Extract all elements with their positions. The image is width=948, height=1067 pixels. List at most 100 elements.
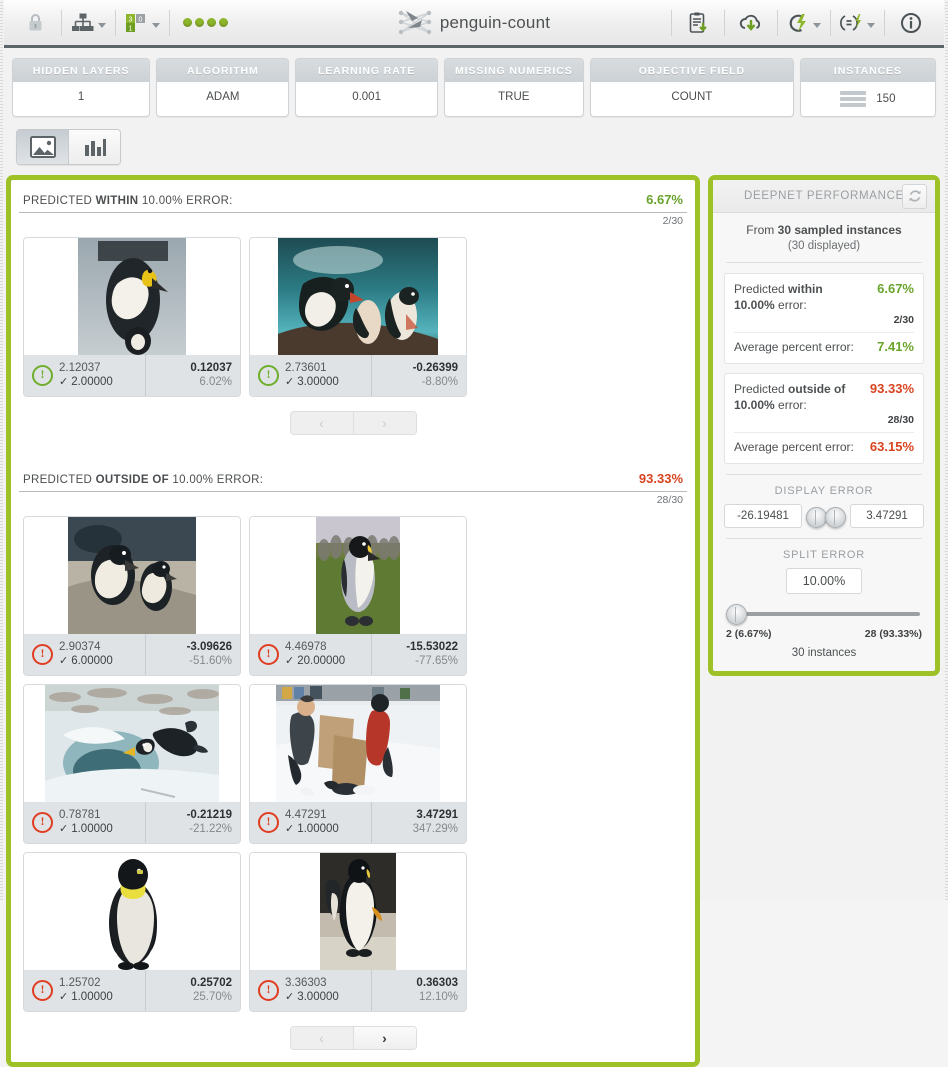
lock-icon[interactable] <box>12 6 58 40</box>
prediction-card[interactable]: ! 4.46978 ✓ 20.00000 -15.53022 -77.65% <box>249 515 467 676</box>
equals-flash-icon[interactable] <box>834 6 881 40</box>
section-header: PREDICTED OUTSIDE OF 10.00% ERROR: 93.33… <box>19 469 687 492</box>
dataset-icon[interactable]: 3 0 1 <box>119 6 166 40</box>
next-page-button[interactable]: › <box>353 411 416 434</box>
cloud-download-icon[interactable] <box>728 6 774 40</box>
prediction-card[interactable]: ! 2.90374 ✓ 6.00000 -3.09626 -51.60% <box>23 515 241 676</box>
deepnet-icon <box>398 10 432 34</box>
info-icon[interactable] <box>888 6 934 40</box>
divider <box>734 431 914 433</box>
predictions-panel: PREDICTED WITHIN 10.00% ERROR: 6.67% 2/3… <box>6 174 700 1067</box>
config-missing-numerics: MISSING NUMERICS TRUE <box>443 58 584 117</box>
network-icon[interactable] <box>65 6 112 40</box>
display-error-min-input[interactable]: -26.19481 <box>724 503 802 528</box>
chevron-down-icon <box>867 23 875 28</box>
card-footer-left: ! 3.36303 ✓ 3.00000 <box>250 970 371 1011</box>
config-label: MISSING NUMERICS <box>444 59 583 82</box>
sampled-strong: 30 sampled instances <box>777 222 902 237</box>
page-title: penguin-count <box>439 12 551 32</box>
section-within: PREDICTED WITHIN 10.00% ERROR: 6.67% 2/3… <box>19 190 687 439</box>
prediction-card[interactable]: ! 1.25702 ✓ 1.00000 0.25702 25.70% <box>23 851 241 1012</box>
difference-percent: 12.10% <box>418 991 458 1003</box>
actual-value: 6.00000 <box>71 654 113 667</box>
card-footer: ! 4.46978 ✓ 20.00000 -15.53022 -77.65% <box>250 633 466 675</box>
stat-subcount: 2/30 <box>893 313 914 326</box>
next-page-button[interactable]: › <box>353 1026 416 1049</box>
clipboard-download-icon[interactable] <box>675 6 721 40</box>
section-title-strong: WITHIN <box>95 194 139 207</box>
network-icon-glyph <box>72 13 94 31</box>
display-error-slider[interactable] <box>806 506 846 528</box>
config-label: ALGORITHM <box>157 59 289 82</box>
display-error-label: DISPLAY ERROR <box>774 484 874 497</box>
cloud-download-icon-glyph <box>739 14 761 31</box>
check-icon: ✓ <box>59 376 69 388</box>
avg-error-value: 63.15% <box>869 438 914 454</box>
thumbnail-image <box>68 516 196 634</box>
display-error-max-input[interactable]: 3.47291 <box>850 503 924 528</box>
tab-chart[interactable] <box>69 129 120 164</box>
prediction-card[interactable]: ! 3.36303 ✓ 3.00000 0.36303 12.10% <box>249 851 467 1012</box>
svg-text:1: 1 <box>129 25 133 32</box>
tab-images[interactable] <box>17 129 69 164</box>
card-footer-left: ! 2.73601 ✓ 3.00000 <box>250 355 371 396</box>
config-algorithm: ALGORITHM ADAM <box>156 58 290 117</box>
difference-percent: -77.65% <box>415 655 458 667</box>
thumbnail-image <box>276 684 440 802</box>
prev-page-button[interactable]: ‹ <box>290 1026 354 1049</box>
slider-handle[interactable] <box>726 603 747 625</box>
card-values: 4.47291 ✓ 1.00000 <box>285 809 339 835</box>
section-title-post: 10.00% ERROR: <box>168 473 264 486</box>
stat-label-threshold: 10.00% <box>734 397 775 412</box>
slider-handle-min[interactable] <box>806 506 827 528</box>
list-icon <box>840 91 867 107</box>
equals-flash-icon-glyph <box>840 13 862 31</box>
predicted-value: 3.36303 <box>285 977 327 989</box>
prediction-card[interactable]: ! 2.73601 ✓ 3.00000 -0.26399 -8.80% <box>249 236 467 397</box>
displayed-count: (30 displayed) <box>787 239 861 252</box>
sampled-pre: From <box>746 222 778 237</box>
refresh-button[interactable] <box>902 183 927 209</box>
card-footer-right: 3.47291 347.29% <box>371 801 466 843</box>
card-values: 3.36303 ✓ 3.00000 <box>285 977 339 1003</box>
status-dots <box>173 18 238 27</box>
section-percent: 6.67% <box>646 191 683 207</box>
stat-row-avg: Average percent error: 7.41% <box>734 339 914 355</box>
stat-label-pre: Predicted <box>734 281 789 296</box>
predicted-value: 4.46978 <box>285 641 327 653</box>
actual-value: 1.00000 <box>71 822 113 835</box>
difference-value: 0.36303 <box>416 977 458 989</box>
actual-value: 1.00000 <box>297 822 339 835</box>
card-footer: ! 2.90374 ✓ 6.00000 -3.09626 -51.60% <box>24 633 240 675</box>
toolbar-divider <box>61 9 62 36</box>
stat-label-pre: Predicted <box>734 381 789 396</box>
split-error-slider[interactable] <box>726 603 922 625</box>
check-icon: ✓ <box>285 991 295 1003</box>
performance-sidebar: DEEPNET PERFORMANCE From 30 sampled inst… <box>708 174 940 676</box>
prev-page-button[interactable]: ‹ <box>290 411 354 434</box>
svg-text:3: 3 <box>129 16 133 23</box>
prediction-card[interactable]: ! 4.47291 ✓ 1.00000 3.47291 347.29% <box>249 683 467 844</box>
slider-handle-max[interactable] <box>825 506 846 528</box>
difference-value: -15.53022 <box>406 641 458 653</box>
difference-percent: 25.70% <box>192 991 232 1003</box>
config-learning-rate: LEARNING RATE 0.001 <box>295 58 438 117</box>
config-value: COUNT <box>590 82 793 112</box>
error-badge-icon: ! <box>258 811 279 833</box>
flash-split-icon[interactable] <box>781 6 827 40</box>
difference-value: 3.47291 <box>416 809 458 821</box>
check-icon: ✓ <box>59 823 69 835</box>
split-error-input[interactable]: 10.00% <box>785 567 863 594</box>
section-title: PREDICTED WITHIN 10.00% ERROR: <box>23 195 233 207</box>
prediction-card[interactable]: ! 0.78781 ✓ 1.00000 -0.21219 -21.22% <box>23 683 241 844</box>
stat-label-strong: within <box>788 281 823 296</box>
card-values: 4.46978 ✓ 20.00000 <box>285 641 345 667</box>
error-badge-icon: ! <box>32 979 53 1001</box>
card-footer-right: 0.25702 25.70% <box>145 969 240 1011</box>
stat-value: 93.33% <box>869 380 914 396</box>
chevron-down-icon <box>152 23 160 28</box>
config-value: 150 <box>876 92 896 105</box>
card-image <box>24 237 240 355</box>
prediction-card[interactable]: ! 2.12037 ✓ 2.00000 0.12037 6.02% <box>23 236 241 397</box>
actual-value: 1.00000 <box>71 990 113 1003</box>
